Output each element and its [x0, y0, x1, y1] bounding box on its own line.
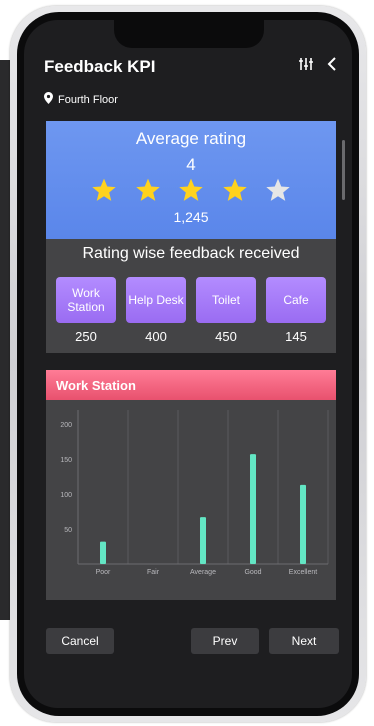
app-screen: Feedback KPI Fourth Floor Average rating… [24, 20, 352, 708]
average-rating-panel: Average rating 4 1,245 [46, 121, 336, 239]
detail-title: Work Station [56, 378, 136, 393]
category-cafe: Cafe 145 [266, 277, 326, 344]
location-pin-icon [44, 91, 53, 109]
chart-bar [250, 454, 256, 564]
scrollbar[interactable] [342, 140, 345, 200]
category-count: 400 [145, 329, 167, 344]
chart-y-tick-label: 150 [60, 457, 72, 464]
next-button[interactable]: Next [269, 628, 339, 654]
chart-bar [100, 541, 106, 564]
cancel-button[interactable]: Cancel [46, 628, 114, 654]
page-title: Feedback KPI [44, 57, 156, 76]
work-station-detail-card: Work Station 50 100 150 200 Poor Fair Average G… [46, 370, 336, 600]
chart-x-tick-label: Excellent [289, 569, 317, 576]
category-button[interactable]: Toilet [196, 277, 256, 323]
feedback-bar-chart: 50 100 150 200 Poor Fair Average Good Excellent [60, 410, 329, 576]
rating-count: 1,245 [173, 209, 209, 225]
category-button[interactable]: Help Desk [126, 277, 186, 323]
phone-notch [114, 20, 264, 48]
category-count: 250 [75, 329, 97, 344]
back-chevron-icon[interactable] [326, 56, 338, 72]
chart-y-tick-label: 100 [60, 492, 72, 499]
chart-y-tick-label: 200 [60, 422, 72, 429]
star-filled-icon [91, 177, 117, 203]
prev-button[interactable]: Prev [191, 628, 259, 654]
chart-bar [200, 517, 206, 564]
category-list: Work Station 250 Help Desk 400 Toilet 45… [56, 277, 326, 344]
category-work-station: Work Station 250 [56, 277, 116, 344]
star-filled-icon [178, 177, 204, 203]
chart-x-tick-label: Fair [147, 569, 160, 576]
star-filled-icon [222, 177, 248, 203]
chart-y-tick-label: 50 [64, 527, 72, 534]
detail-header: Work Station [46, 370, 336, 400]
header-actions [298, 56, 338, 72]
average-rating-title: Average rating [135, 129, 247, 148]
chart-x-tick-label: Poor [96, 569, 111, 576]
breakdown-title: Rating wise feedback received [82, 245, 300, 262]
star-empty-icon [265, 177, 291, 203]
category-button[interactable]: Work Station [56, 277, 116, 323]
star-filled-icon [135, 177, 161, 203]
category-help-desk: Help Desk 400 [126, 277, 186, 344]
filter-sliders-icon[interactable] [298, 56, 314, 72]
category-count: 145 [285, 329, 307, 344]
category-toilet: Toilet 450 [196, 277, 256, 344]
chart-bar [300, 484, 306, 564]
chart-x-tick-label: Good [244, 569, 261, 576]
average-rating-value: 4 [186, 155, 196, 174]
rating-card: Average rating 4 1,245 Rating wise feedb… [46, 121, 336, 353]
category-count: 450 [215, 329, 237, 344]
star-rating [91, 177, 291, 203]
location: Fourth Floor [44, 91, 118, 109]
location-label: Fourth Floor [58, 94, 118, 106]
chart-x-tick-label: Average [190, 569, 216, 576]
category-button[interactable]: Cafe [266, 277, 326, 323]
